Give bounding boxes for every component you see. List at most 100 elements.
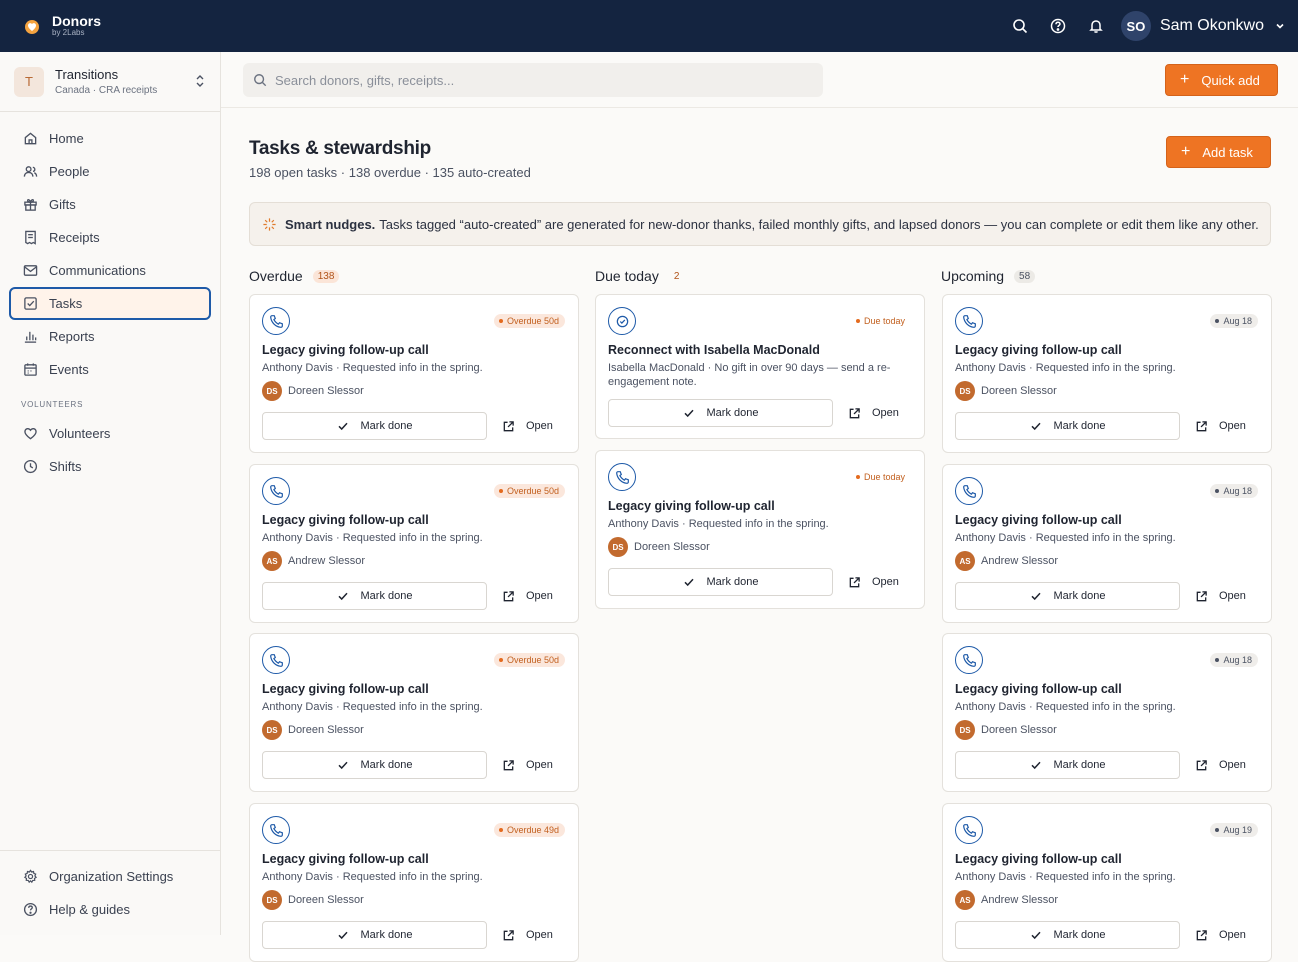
- search-icon[interactable]: [1001, 7, 1039, 45]
- nav-item-communications[interactable]: Communications: [9, 254, 211, 287]
- task-title[interactable]: Reconnect with Isabella MacDonald: [608, 343, 820, 357]
- mark-done-button[interactable]: Mark done: [262, 921, 487, 949]
- mark-done-button[interactable]: Mark done: [955, 751, 1180, 779]
- mark-done-label: Mark done: [360, 420, 413, 432]
- status-badge: Overdue 49d: [493, 823, 565, 837]
- chevron-up-down-icon[interactable]: [194, 74, 206, 88]
- help-icon[interactable]: [1039, 7, 1077, 45]
- check-icon: [683, 407, 695, 419]
- mark-done-label: Mark done: [360, 759, 413, 771]
- mark-done-label: Mark done: [1053, 590, 1106, 602]
- task-owner: DS Doreen Slessor: [608, 537, 710, 557]
- open-button[interactable]: Open: [502, 412, 553, 440]
- mark-done-label: Mark done: [360, 590, 413, 602]
- mark-done-button[interactable]: Mark done: [955, 582, 1180, 610]
- task-card[interactable]: Overdue 49d Legacy giving follow-up call A…: [249, 803, 579, 962]
- task-card[interactable]: Overdue 50d Legacy giving follow-up call A…: [249, 464, 579, 623]
- task-description: Anthony Davis · Requested info in the sp…: [262, 701, 483, 713]
- status-badge: Aug 18: [1210, 484, 1258, 498]
- task-card[interactable]: Aug 18 Legacy giving follow-up call Anthon…: [942, 294, 1272, 453]
- smart-nudges-banner: Smart nudges. Tasks tagged “auto-created…: [249, 202, 1271, 246]
- bell-icon[interactable]: [1077, 7, 1115, 45]
- task-title[interactable]: Legacy giving follow-up call: [608, 499, 775, 513]
- mark-done-button[interactable]: Mark done: [955, 921, 1180, 949]
- quick-add-label: Quick add: [1201, 72, 1260, 88]
- nav-label-events: Events: [49, 362, 89, 377]
- task-title[interactable]: Legacy giving follow-up call: [262, 343, 429, 357]
- task-title[interactable]: Legacy giving follow-up call: [262, 513, 429, 527]
- mark-done-button[interactable]: Mark done: [955, 412, 1180, 440]
- open-button[interactable]: Open: [1195, 751, 1246, 779]
- nav-item-help[interactable]: Help & guides: [9, 893, 211, 926]
- status-badge-label: Overdue 49d: [506, 825, 559, 835]
- nav-item-gifts[interactable]: Gifts: [9, 188, 211, 221]
- mark-done-button[interactable]: Mark done: [262, 412, 487, 440]
- nav-label-tasks: Tasks: [49, 296, 83, 311]
- status-badge-label: Overdue 50d: [506, 655, 559, 665]
- task-card[interactable]: Aug 19 Legacy giving follow-up call Anthon…: [942, 803, 1272, 962]
- column-count-badge: 58: [1014, 269, 1036, 283]
- open-button[interactable]: Open: [502, 751, 553, 779]
- task-card[interactable]: Aug 18 Legacy giving follow-up call Anthon…: [942, 633, 1272, 792]
- search-box[interactable]: [243, 63, 823, 97]
- open-button[interactable]: Open: [1195, 412, 1246, 440]
- check-icon: [337, 929, 349, 941]
- task-card[interactable]: Aug 18 Legacy giving follow-up call Anthon…: [942, 464, 1272, 623]
- nav-label-home: Home: [49, 131, 84, 146]
- quick-add-button[interactable]: + Quick add: [1165, 64, 1278, 96]
- task-description: Anthony Davis · Requested info in the sp…: [955, 871, 1176, 883]
- add-task-button[interactable]: + Add task: [1166, 136, 1271, 168]
- open-button[interactable]: Open: [502, 921, 553, 949]
- nav-item-people[interactable]: People: [9, 155, 211, 188]
- open-button[interactable]: Open: [1195, 921, 1246, 949]
- status-badge: Aug 18: [1210, 653, 1258, 667]
- owner-name: Doreen Slessor: [288, 894, 364, 906]
- nav-item-receipts[interactable]: Receipts: [9, 221, 211, 254]
- nav-item-shifts[interactable]: Shifts: [9, 450, 211, 483]
- task-title[interactable]: Legacy giving follow-up call: [955, 852, 1122, 866]
- nav-item-reports[interactable]: Reports: [9, 320, 211, 353]
- receipt-icon: [22, 230, 38, 246]
- task-title[interactable]: Legacy giving follow-up call: [955, 343, 1122, 357]
- org-avatar: T: [14, 66, 44, 97]
- search-input[interactable]: [275, 72, 805, 88]
- status-badge: Overdue 50d: [493, 484, 565, 498]
- task-card[interactable]: Overdue 50d Legacy giving follow-up call A…: [249, 294, 579, 453]
- task-title[interactable]: Legacy giving follow-up call: [262, 852, 429, 866]
- task-card[interactable]: Due today Legacy giving follow-up call Ant…: [595, 450, 925, 609]
- nav-item-home[interactable]: Home: [9, 122, 211, 155]
- task-title[interactable]: Legacy giving follow-up call: [955, 513, 1122, 527]
- mark-done-button[interactable]: Mark done: [608, 568, 833, 596]
- org-switcher[interactable]: T Transitions Canada · CRA receipts: [0, 52, 220, 112]
- task-description: Anthony Davis · Requested info in the sp…: [955, 532, 1176, 544]
- main-nav: Home People Gifts Receipts Communication…: [0, 112, 220, 483]
- nav-item-tasks[interactable]: Tasks: [9, 287, 211, 320]
- task-card[interactable]: Due today Reconnect with Isabella MacDona…: [595, 294, 925, 439]
- checkbox-icon: [22, 296, 38, 312]
- open-button[interactable]: Open: [1195, 582, 1246, 610]
- nav-item-org-settings[interactable]: Organization Settings: [9, 860, 211, 893]
- mark-done-button[interactable]: Mark done: [262, 582, 487, 610]
- chevron-down-icon[interactable]: [1274, 20, 1286, 32]
- open-button[interactable]: Open: [848, 568, 899, 596]
- open-button[interactable]: Open: [848, 399, 899, 427]
- mark-done-button[interactable]: Mark done: [262, 751, 487, 779]
- avatar: DS: [262, 890, 282, 910]
- status-dot: [498, 319, 503, 323]
- nav-item-events[interactable]: Events: [9, 353, 211, 386]
- external-link-icon: [502, 420, 515, 433]
- brand[interactable]: Donors by 2Labs: [22, 14, 101, 38]
- task-card[interactable]: Overdue 50d Legacy giving follow-up call A…: [249, 633, 579, 792]
- user-avatar[interactable]: SO: [1120, 11, 1151, 41]
- task-title[interactable]: Legacy giving follow-up call: [955, 682, 1122, 696]
- mark-done-button[interactable]: Mark done: [608, 399, 833, 427]
- sparkle-icon: [263, 217, 276, 231]
- external-link-icon: [1195, 420, 1208, 433]
- open-button[interactable]: Open: [502, 582, 553, 610]
- user-name[interactable]: Sam Okonkwo: [1160, 17, 1264, 35]
- status-badge: Overdue 50d: [493, 653, 565, 667]
- nav-label-gifts: Gifts: [49, 197, 76, 212]
- status-badge-label: Due today: [863, 472, 905, 482]
- nav-item-volunteers[interactable]: Volunteers: [9, 417, 211, 450]
- task-title[interactable]: Legacy giving follow-up call: [262, 682, 429, 696]
